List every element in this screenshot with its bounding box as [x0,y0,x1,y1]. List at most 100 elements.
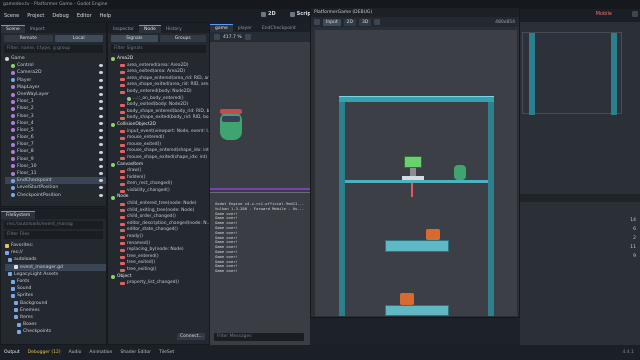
renderer-select[interactable]: Mobile [596,11,612,17]
scene-node[interactable]: Player [5,77,106,84]
tab-node[interactable]: Node [139,25,161,33]
scene-node[interactable]: MapLayer [5,84,106,91]
scene-node[interactable]: Floor_6 [5,134,106,141]
mode-2d-button[interactable]: 2D [343,18,356,26]
file-item[interactable]: res:// [5,249,106,256]
menu-project[interactable]: Project [23,13,48,19]
viewport-2d[interactable]: game player EndCheckpoint 417.7 % Godot … [210,22,310,345]
visibility-icon[interactable] [99,164,103,168]
groups-button[interactable]: Groups [159,35,206,42]
visibility-icon[interactable] [99,107,103,111]
scene-node[interactable]: Floor_7 [5,141,106,148]
remote-button[interactable]: Remote [4,35,53,42]
tab-endcheckpoint[interactable]: EndCheckpoint [257,25,301,32]
file-item[interactable]: Fonts [5,278,106,285]
scene-node[interactable]: Floor_1 [5,98,106,105]
signal-item[interactable]: body_entered(body: Node2D) [111,89,206,96]
signal-item[interactable]: ready() [111,234,206,241]
output-filter-input[interactable]: Filter Messages [214,333,304,341]
tab-player[interactable]: player [233,25,257,32]
zoom-level[interactable]: 417.7 % [223,35,242,40]
pause-icon[interactable] [314,19,320,25]
visibility-icon[interactable] [99,93,103,97]
tab-import[interactable]: Import [25,26,50,33]
tab-history[interactable]: History [161,26,187,33]
tab-debugger[interactable]: Debugger (12) [24,350,65,355]
game-scene[interactable] [315,30,517,316]
tab-audio[interactable]: Audio [65,350,86,355]
zoom-in-icon[interactable] [244,34,251,40]
scene-node[interactable]: CheckpointPosition [5,192,106,199]
visibility-icon[interactable] [99,179,103,183]
visibility-icon[interactable] [99,114,103,118]
enemy-1[interactable] [426,229,440,240]
file-item[interactable]: Background [5,300,106,307]
file-item[interactable]: Checkpoints [5,328,106,335]
signal-item[interactable]: editor_state_changed() [111,227,206,234]
scene-node[interactable]: Floor_11 [5,170,106,177]
frog-sprite[interactable] [218,106,244,142]
tab-game[interactable]: game [210,24,233,32]
signal-item[interactable]: area_exited(area: Area2D) [111,69,206,76]
file-item[interactable]: Items [5,314,106,321]
scene-node[interactable]: Game [5,55,106,62]
visibility-icon[interactable] [99,193,103,197]
workspace-2d-button[interactable]: 2D [261,11,276,17]
signal-item[interactable]: property_list_changed() [111,280,206,287]
visibility-icon[interactable] [99,128,103,132]
signal-item[interactable]: mouse_entered() [111,135,206,142]
signal-class-header[interactable]: CanvasItem [111,162,206,169]
camera-icon[interactable] [374,19,381,25]
signal-item[interactable]: mouse_shape_exited(shape_idx: int) [111,155,207,162]
visibility-icon[interactable] [99,64,103,68]
scene-node[interactable]: Camera2D [5,69,106,76]
menu-scene[interactable]: Scene [0,13,23,19]
signal-item[interactable]: body_exited(body: Node2D) [111,102,206,109]
scene-node[interactable]: Floor_10 [5,163,106,170]
signal-item[interactable]: tree_exited() [111,260,206,267]
signal-item[interactable]: tree_exiting() [111,267,206,274]
filesystem-path[interactable]: res://autoloads/event_manag [4,221,103,229]
visibility-icon[interactable] [99,157,103,161]
file-item[interactable]: autoloads [5,256,106,263]
filesystem-filter-input[interactable]: Filter Files [4,231,103,239]
connect-button[interactable]: Connect... [177,333,205,340]
zoom-out-icon[interactable] [214,34,220,40]
signal-class-header[interactable]: Area2D [111,56,206,63]
menu-help[interactable]: Help [96,13,115,19]
tab-output[interactable]: Output [0,350,24,355]
tab-animation[interactable]: Animation [85,350,116,355]
scene-node[interactable]: Floor_9 [5,156,106,163]
local-button[interactable]: Local [54,35,103,42]
file-item[interactable]: LegacyLight Assets [5,271,106,278]
signal-item[interactable]: replacing_by(node: Node) [111,247,206,254]
file-item[interactable]: Sprites [5,292,106,299]
visibility-icon[interactable] [99,100,103,104]
file-item[interactable]: Enemies [5,307,106,314]
scene-node[interactable]: Floor_4 [5,120,106,127]
tab-scene[interactable]: Scene [1,25,25,33]
game-window[interactable]: PlatformerGame (DEBUG) Input 2D 3D 480x8… [310,7,520,318]
input-toggle[interactable]: Input [323,18,341,26]
visibility-icon[interactable] [99,186,103,190]
scene-node[interactable]: LevelStartPosition [5,184,106,191]
scene-node[interactable]: Floor_2 [5,105,106,112]
signal-item[interactable]: child_entered_tree(node: Node) [111,201,206,208]
visibility-icon[interactable] [99,136,103,140]
signal-item[interactable]: item_rect_changed() [111,181,206,188]
visibility-icon[interactable] [99,71,103,75]
player-sprite[interactable] [454,165,466,180]
menu-editor[interactable]: Editor [73,13,96,19]
signal-item[interactable]: area_shape_exited(area_rid: RID, are... [111,82,209,89]
scene-node[interactable]: OneWayLayer [5,91,106,98]
file-item[interactable]: Boxes [5,321,106,328]
signals-filter-input[interactable]: Filter Signals [111,45,206,53]
scene-node[interactable]: Floor_5 [5,127,106,134]
tab-tileset[interactable]: TileSet [155,350,178,355]
end-checkpoint[interactable] [402,154,424,180]
file-item[interactable]: event_manager.gd [5,263,106,271]
scene-node[interactable]: EndCheckpoint [5,177,106,185]
scene-node[interactable]: Floor_3 [5,113,106,120]
visibility-icon[interactable] [99,121,103,125]
enemy-2[interactable] [400,293,414,305]
